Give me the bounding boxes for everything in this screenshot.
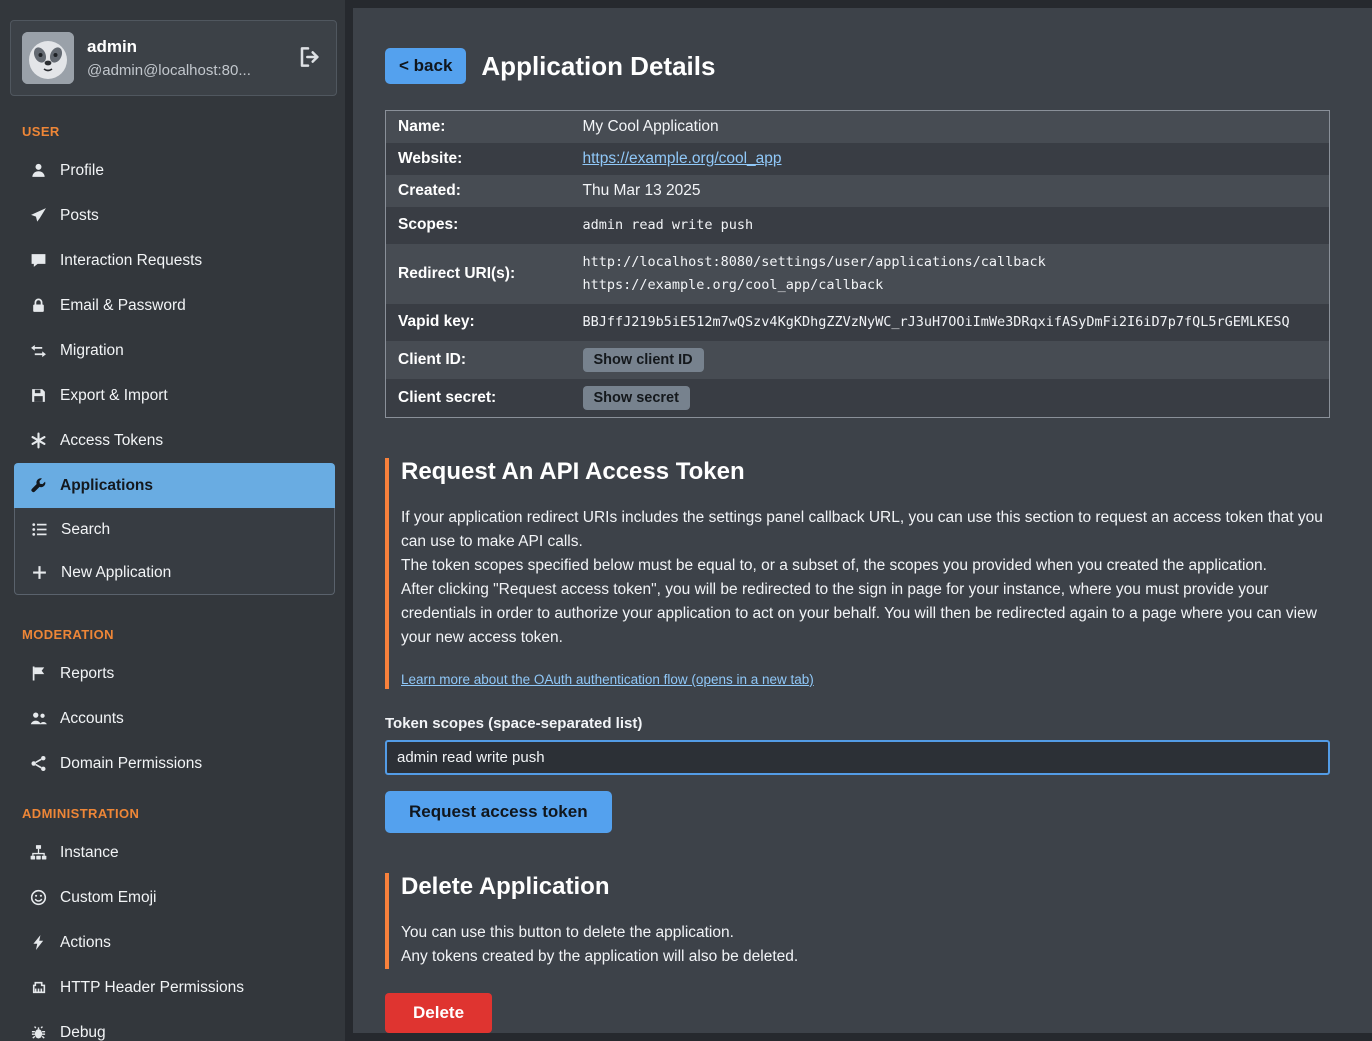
- sidebar-item-migration[interactable]: Migration: [0, 328, 345, 373]
- asterisk-icon: [30, 432, 47, 449]
- redirect-label: Redirect URI(s):: [386, 244, 571, 304]
- page-header: < back Application Details: [385, 48, 1330, 84]
- bug-icon: [30, 1024, 47, 1041]
- table-row: Website: https://example.org/cool_app: [386, 143, 1330, 175]
- applications-nav-block: Applications Search New Application: [14, 463, 335, 595]
- name-value: My Cool Application: [571, 111, 1330, 144]
- app-details-table: Name: My Cool Application Website: https…: [385, 110, 1330, 418]
- application-details-panel: < back Application Details Name: My Cool…: [353, 8, 1372, 1033]
- wrench-icon: [30, 477, 47, 494]
- arrows-left-right-icon: [30, 342, 47, 359]
- website-label: Website:: [386, 143, 571, 175]
- table-row: Redirect URI(s): http://localhost:8080/s…: [386, 244, 1330, 304]
- table-row: Name: My Cool Application: [386, 111, 1330, 144]
- redirect-values: http://localhost:8080/settings/user/appl…: [571, 244, 1330, 304]
- user-card[interactable]: admin @admin@localhost:80...: [10, 20, 337, 96]
- scopes-label: Scopes:: [386, 207, 571, 244]
- created-value: Thu Mar 13 2025: [571, 175, 1330, 207]
- delete-application-heading: Delete Application: [401, 873, 1330, 901]
- table-row: Vapid key: BBJffJ219b5iE512m7wQSzv4KgKDh…: [386, 304, 1330, 341]
- sitemap-icon: [30, 844, 47, 861]
- avatar: [22, 32, 74, 84]
- sidebar-item-accounts[interactable]: Accounts: [0, 696, 345, 741]
- table-row: Client ID: Show client ID: [386, 341, 1330, 379]
- request-token-section: Request An API Access Token If your appl…: [385, 458, 1330, 689]
- delete-button[interactable]: Delete: [385, 993, 492, 1033]
- sidebar-item-domain-permissions[interactable]: Domain Permissions: [0, 741, 345, 786]
- username: admin: [87, 37, 251, 57]
- sidebar-item-applications[interactable]: Applications: [14, 463, 335, 508]
- sidebar-item-access-tokens[interactable]: Access Tokens: [0, 418, 345, 463]
- website-link[interactable]: https://example.org/cool_app: [583, 150, 782, 167]
- section-heading-user: USER: [0, 120, 345, 148]
- comment-icon: [30, 252, 47, 269]
- sidebar-item-posts[interactable]: Posts: [0, 193, 345, 238]
- floppy-icon: [30, 387, 47, 404]
- settings-sidebar: admin @admin@localhost:80... USER Profil…: [0, 0, 345, 1041]
- sidebar-item-reports[interactable]: Reports: [0, 651, 345, 696]
- show-client-id-button[interactable]: Show client ID: [583, 348, 704, 372]
- list-icon: [31, 521, 48, 538]
- redirect-uri-2: https://example.org/cool_app/callback: [583, 274, 1318, 297]
- network-icon: [30, 979, 47, 996]
- sidebar-item-export-import[interactable]: Export & Import: [0, 373, 345, 418]
- show-secret-button[interactable]: Show secret: [583, 386, 690, 410]
- delete-paragraph-1: You can use this button to delete the ap…: [401, 921, 1330, 945]
- sidebar-item-interaction-requests[interactable]: Interaction Requests: [0, 238, 345, 283]
- applications-submenu: Search New Application: [14, 508, 335, 595]
- back-button[interactable]: < back: [385, 48, 466, 84]
- sidebar-item-email-password[interactable]: Email & Password: [0, 283, 345, 328]
- client-secret-label: Client secret:: [386, 379, 571, 418]
- sign-out-icon: [298, 57, 322, 72]
- sidebar-item-debug[interactable]: Debug: [0, 1010, 345, 1041]
- scopes-value: admin read write push: [571, 207, 1330, 244]
- user-handle: @admin@localhost:80...: [87, 62, 251, 79]
- bolt-icon: [30, 934, 47, 951]
- smiley-icon: [30, 889, 47, 906]
- section-heading-administration: ADMINISTRATION: [0, 786, 345, 830]
- oauth-learn-more-link[interactable]: Learn more about the OAuth authenticatio…: [401, 672, 814, 687]
- token-scopes-input[interactable]: [385, 740, 1330, 775]
- created-label: Created:: [386, 175, 571, 207]
- request-access-token-button[interactable]: Request access token: [385, 791, 612, 833]
- request-token-paragraph-1: If your application redirect URIs includ…: [401, 506, 1330, 554]
- delete-application-section: Delete Application You can use this butt…: [385, 873, 1330, 969]
- sidebar-item-custom-emoji[interactable]: Custom Emoji: [0, 875, 345, 920]
- page-title: Application Details: [481, 51, 715, 82]
- request-token-paragraph-2: The token scopes specified below must be…: [401, 554, 1330, 578]
- name-label: Name:: [386, 111, 571, 144]
- redirect-uri-1: http://localhost:8080/settings/user/appl…: [583, 251, 1318, 274]
- user-icon: [30, 162, 47, 179]
- sign-out-button[interactable]: [298, 45, 322, 72]
- sidebar-item-new-application[interactable]: New Application: [15, 551, 334, 594]
- request-token-heading: Request An API Access Token: [401, 458, 1330, 486]
- vapid-value: BBJffJ219b5iE512m7wQSzv4KgKDhgZZVzNyWC_r…: [571, 304, 1330, 341]
- client-id-label: Client ID:: [386, 341, 571, 379]
- table-row: Created: Thu Mar 13 2025: [386, 175, 1330, 207]
- plus-icon: [31, 564, 48, 581]
- sidebar-item-profile[interactable]: Profile: [0, 148, 345, 193]
- sidebar-item-actions[interactable]: Actions: [0, 920, 345, 965]
- section-heading-moderation: MODERATION: [0, 607, 345, 651]
- users-icon: [30, 710, 47, 727]
- table-row: Client secret: Show secret: [386, 379, 1330, 418]
- sidebar-item-applications-search[interactable]: Search: [15, 508, 334, 551]
- delete-paragraph-2: Any tokens created by the application wi…: [401, 945, 1330, 969]
- token-scopes-field-label: Token scopes (space-separated list): [385, 715, 1330, 732]
- table-row: Scopes: admin read write push: [386, 207, 1330, 244]
- sidebar-item-instance[interactable]: Instance: [0, 830, 345, 875]
- vapid-label: Vapid key:: [386, 304, 571, 341]
- lock-icon: [30, 297, 47, 314]
- share-nodes-icon: [30, 755, 47, 772]
- sidebar-item-http-header-permissions[interactable]: HTTP Header Permissions: [0, 965, 345, 1010]
- request-token-paragraph-3: After clicking "Request access token", y…: [401, 578, 1330, 650]
- flag-icon: [30, 665, 47, 682]
- paper-plane-icon: [30, 207, 47, 224]
